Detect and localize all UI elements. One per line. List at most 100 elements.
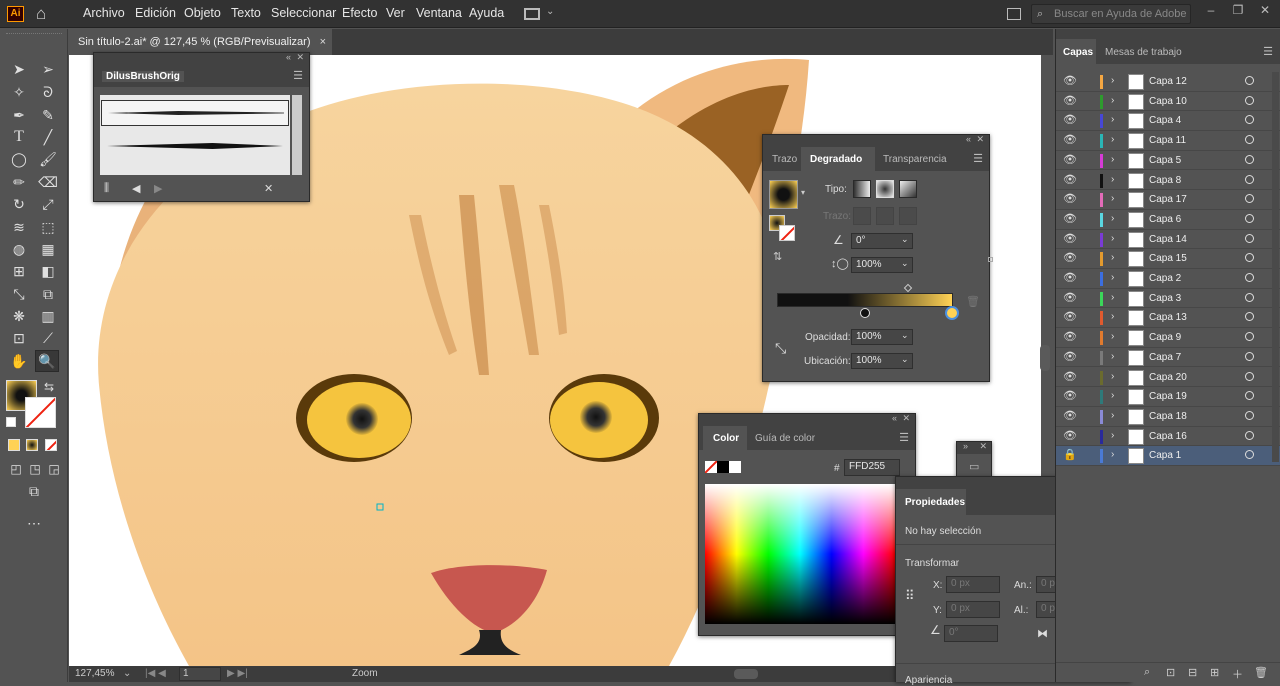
gradient-stop-yellow[interactable] [945,306,959,320]
stroke-mini-swatch[interactable] [779,225,795,241]
tab-degradado[interactable]: Degradado [810,154,862,165]
stroke-across-icon[interactable] [899,207,917,225]
layer-row[interactable]: 👁 › Capa 5 [1056,151,1280,171]
none-mode-icon[interactable] [45,439,57,451]
shape-builder-icon[interactable]: ◍ [8,239,30,259]
layer-name[interactable]: Capa 12 [1149,76,1187,87]
expand-arrow-icon[interactable]: › [1111,193,1114,204]
layer-name[interactable]: Capa 8 [1149,175,1181,186]
prev-brush-icon[interactable]: ◀ [132,182,140,195]
panel-menu-icon[interactable]: ☰ [1263,45,1273,58]
tab-propiedades[interactable]: Propiedades [905,497,965,508]
draw-inside-icon[interactable]: ◲ [43,459,65,479]
radial-gradient-icon[interactable] [876,180,894,198]
gradient-panel-header[interactable]: « ✕ [763,134,989,147]
brush-item[interactable] [101,133,289,159]
close-panel-icon[interactable]: ✕ [976,134,984,145]
mesh-icon[interactable]: ⊞ [8,261,30,281]
gradient-stop-dark[interactable] [860,308,870,318]
swap-fill-stroke-icon[interactable]: ⇆ [44,380,54,394]
visibility-eye-icon[interactable]: 👁 [1063,75,1077,87]
target-circle-icon[interactable] [1245,233,1254,243]
close-document-icon[interactable]: × [320,29,326,55]
eyedropper-icon[interactable]: ⤡ [8,284,30,304]
layer-row[interactable]: 🔒 › Capa 1 [1056,446,1280,466]
screen-mode-icon[interactable]: ⧉ [23,481,45,501]
close-icon[interactable]: ✕ [1257,3,1273,19]
brush-library-icon[interactable]: ⫼ [104,182,109,195]
layer-name[interactable]: Capa 5 [1149,155,1181,166]
collapse-icon[interactable]: « [286,52,291,62]
target-circle-icon[interactable] [1245,95,1254,105]
target-circle-icon[interactable] [1245,135,1254,145]
close-panel-icon[interactable]: ✕ [902,413,910,424]
delete-layer-icon[interactable]: 🗑 [1254,666,1268,679]
line-tool-icon[interactable]: ╱ [37,127,59,147]
layer-name[interactable]: Capa 16 [1149,431,1187,442]
midpoint-marker[interactable] [903,283,913,293]
hand-tool-icon[interactable]: ✋ [8,351,30,371]
chevron-down-icon[interactable]: ⌄ [546,6,554,17]
new-layer-icon[interactable]: ⊞ [1210,666,1219,679]
target-circle-icon[interactable] [1245,213,1254,223]
zoom-tool-icon[interactable]: 🔍 [35,350,59,372]
slice-tool-icon[interactable]: ⟋ [37,328,59,348]
new-sublayer-icon[interactable]: ⊟ [1188,666,1197,679]
layer-row[interactable]: 👁 › Capa 6 [1056,210,1280,230]
none-color-swatch[interactable] [705,461,717,473]
visibility-eye-icon[interactable]: 👁 [1063,174,1077,186]
artboard-prev-icon[interactable]: |◀ ◀ [145,666,166,682]
visibility-eye-icon[interactable]: 👁 [1063,371,1077,383]
layer-name[interactable]: Capa 15 [1149,253,1187,264]
locate-object-icon[interactable]: ⌕ [1144,666,1150,679]
color-spectrum[interactable] [705,484,895,624]
tab-capas[interactable]: Capas [1063,47,1093,58]
scale-icon[interactable]: ⤢ [37,194,59,214]
layer-row[interactable]: 👁 › Capa 20 [1056,368,1280,388]
target-circle-icon[interactable] [1245,312,1254,322]
visibility-eye-icon[interactable]: 👁 [1063,430,1077,442]
expand-arrow-icon[interactable]: › [1111,233,1114,244]
layer-name[interactable]: Capa 19 [1149,391,1187,402]
color-panel-header[interactable]: « ✕ [699,413,915,426]
layer-name[interactable]: Capa 13 [1149,312,1187,323]
layers-scrollbar[interactable] [1272,72,1279,462]
visibility-eye-icon[interactable]: 👁 [1063,193,1077,205]
color-mode-icon[interactable] [8,439,20,451]
visibility-eye-icon[interactable]: 👁 [1063,351,1077,363]
target-circle-icon[interactable] [1245,115,1254,125]
reference-point-icon[interactable]: ⠿ [905,588,915,604]
tab-guia-de-color[interactable]: Guía de color [755,433,815,444]
menu-ayuda[interactable]: Ayuda [469,6,504,20]
expand-arrow-icon[interactable]: › [1111,213,1114,224]
layer-row[interactable]: 👁 › Capa 8 [1056,171,1280,191]
magic-wand-icon[interactable]: ✧ [8,82,30,102]
target-circle-icon[interactable] [1245,351,1254,361]
layer-name[interactable]: Capa 14 [1149,234,1187,245]
collapsed-panel-header[interactable]: » ✕ [957,441,991,454]
menu-ver[interactable]: Ver [386,6,405,20]
white-swatch[interactable] [729,461,741,473]
stroke-swatch[interactable] [25,397,56,428]
tab-dilusbrushorig[interactable]: DilusBrushOrig [102,71,184,82]
artboard-number[interactable]: 1 [179,667,221,681]
selection-tool-icon[interactable]: ➤ [8,59,30,79]
menu-archivo[interactable]: Archivo [83,6,125,20]
close-panel-icon[interactable]: ✕ [296,52,304,63]
zoom-level[interactable]: 127,45% [75,666,114,682]
target-circle-icon[interactable] [1245,410,1254,420]
tab-mesas-de-trabajo[interactable]: Mesas de trabajo [1105,47,1182,58]
layer-name[interactable]: Capa 17 [1149,194,1187,205]
expand-arrow-icon[interactable]: › [1111,351,1114,362]
curvature-tool-icon[interactable]: ✎ [37,105,59,125]
gradient-dropdown-icon[interactable]: ▾ [801,188,805,197]
brush-item[interactable] [101,100,289,126]
target-circle-icon[interactable] [1245,154,1254,164]
layer-name[interactable]: Capa 7 [1149,352,1181,363]
expand-arrow-icon[interactable]: › [1111,311,1114,322]
menu-efecto[interactable]: Efecto [342,6,377,20]
flip-horizontal-icon[interactable]: ⧓ [1037,627,1048,640]
target-circle-icon[interactable] [1245,450,1254,460]
stroke-within-icon[interactable] [853,207,871,225]
expand-arrow-icon[interactable]: › [1111,371,1114,382]
